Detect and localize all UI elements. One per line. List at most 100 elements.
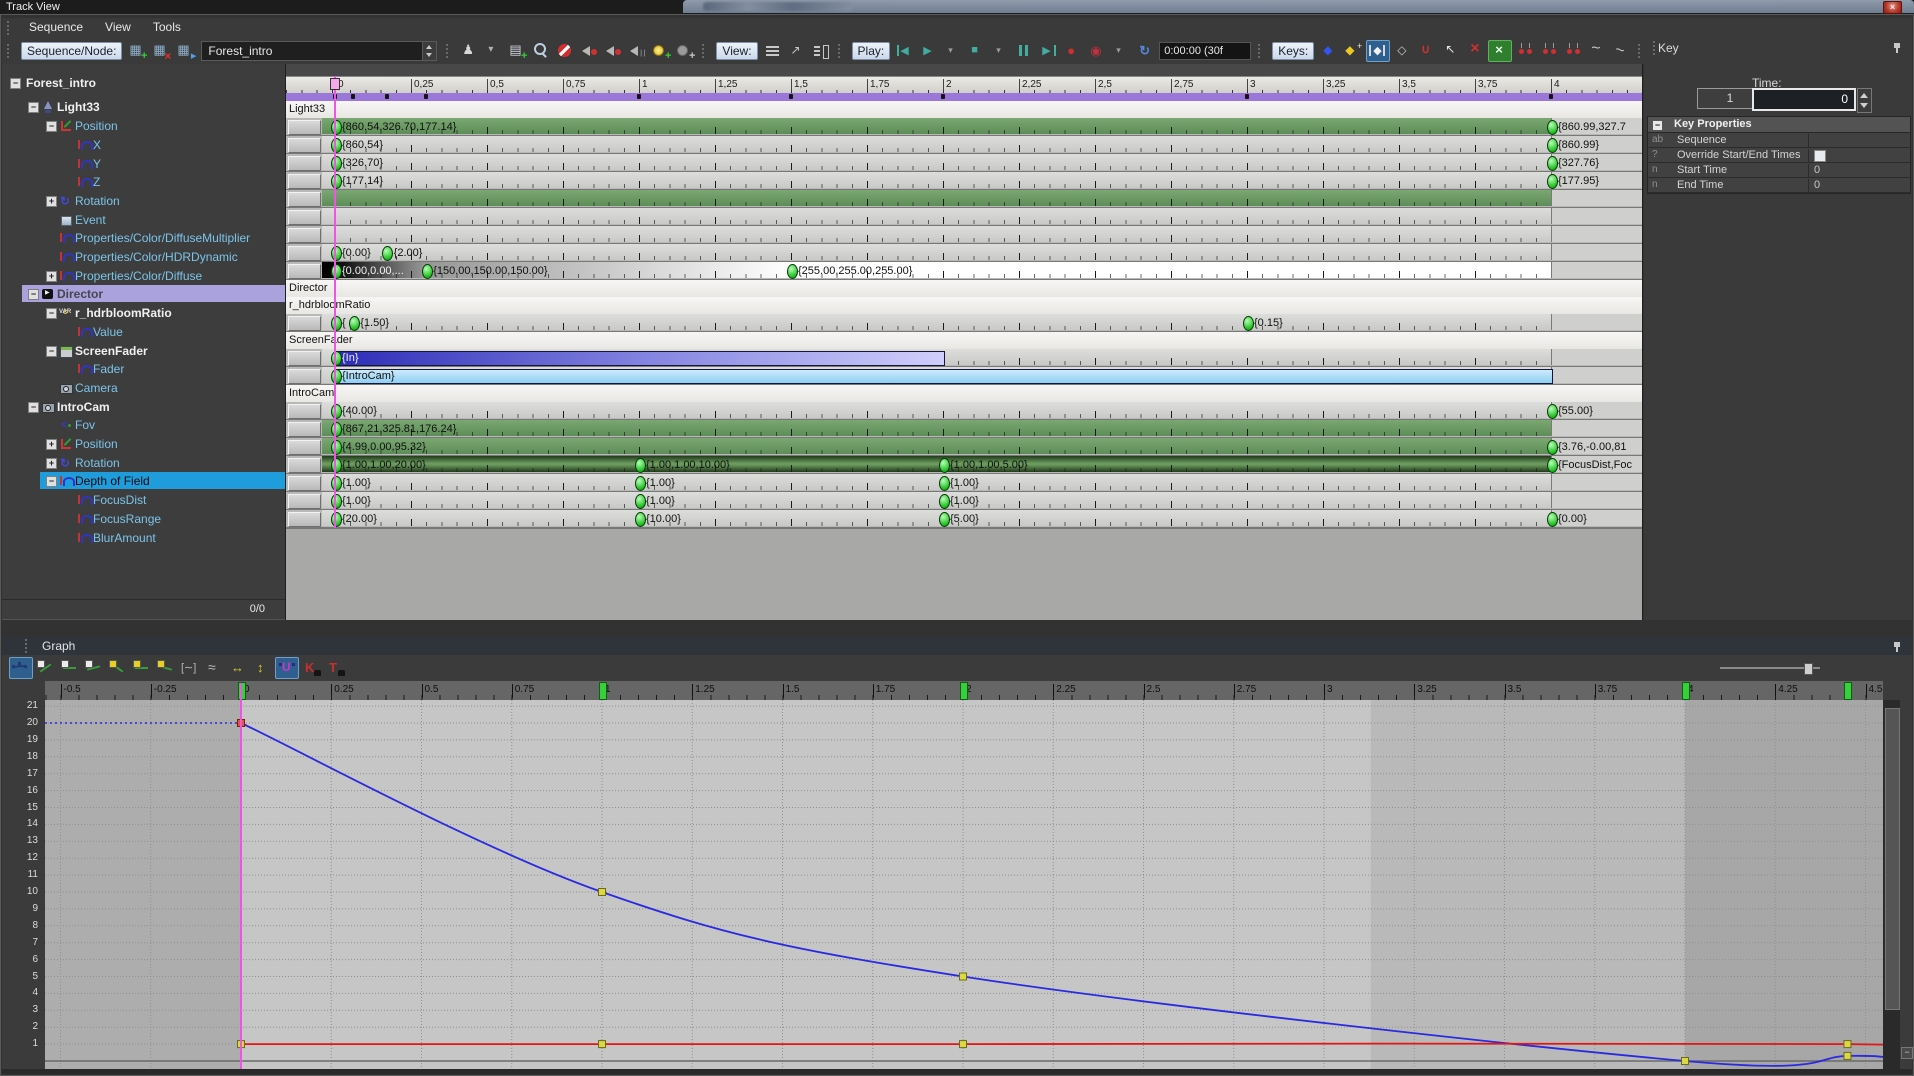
tree-expander-minus-icon[interactable]: − [46, 308, 57, 319]
tree-item-position[interactable]: −Position [2, 117, 285, 135]
tangent-out-button[interactable] [1610, 40, 1632, 60]
timeline-track-introcam-fov[interactable]: {40.00}{55.00} [286, 402, 1642, 420]
track-gutter-button[interactable] [288, 210, 321, 225]
property-checkbox[interactable] [1814, 150, 1826, 162]
track-gutter-button[interactable] [288, 264, 321, 279]
stop-button[interactable] [966, 41, 988, 61]
track-lane[interactable] [322, 136, 1551, 152]
track-gutter-button[interactable] [288, 476, 321, 491]
snap-curve-button[interactable] [203, 658, 225, 678]
graph-time-ruler[interactable]: -0.5-0.2500.250.50.7511.251.51.7522.252.… [45, 681, 1883, 701]
timeline-track-light33-z[interactable]: {177.14}{177.95} [286, 172, 1642, 190]
tree-item-properties-color-diffuse[interactable]: +Properties/Color/Diffuse [2, 267, 285, 285]
summary-key[interactable] [637, 94, 641, 99]
track-key[interactable] [331, 264, 342, 279]
track-key[interactable] [331, 476, 342, 491]
track-lane[interactable] [322, 118, 1551, 134]
track-key[interactable] [1547, 156, 1558, 171]
timeline-node-header-introcam[interactable]: IntroCam [286, 385, 1642, 403]
track-gutter-button[interactable] [288, 494, 321, 509]
track-key[interactable] [1243, 316, 1254, 331]
track-key[interactable] [635, 494, 646, 509]
track-lane[interactable] [322, 208, 1551, 224]
tree-expander-minus-icon[interactable]: − [10, 78, 21, 89]
track-key[interactable] [939, 458, 950, 473]
tree-item-x[interactable]: X [2, 136, 285, 154]
track-gutter-button[interactable] [288, 156, 321, 171]
graph-zoom-slider[interactable] [1720, 667, 1820, 669]
track-camera-bar[interactable] [335, 369, 1553, 384]
timeline-node-header-light33[interactable]: Light33 [286, 101, 1642, 119]
property-value[interactable] [1808, 149, 1908, 162]
mute-node-button[interactable] [578, 41, 600, 61]
track-lane[interactable] [322, 438, 1551, 454]
track-key[interactable] [1547, 458, 1558, 473]
key-time-field[interactable]: 0 [1752, 88, 1856, 111]
loop-button[interactable] [1086, 41, 1108, 61]
timeline-track-introcam-focusrange[interactable]: {1.00}{1.00}{1.00} [286, 492, 1642, 510]
timeline-track-director-camera[interactable]: {IntroCam} [286, 367, 1642, 385]
tree-expander-minus-icon[interactable]: − [46, 346, 57, 357]
track-key[interactable] [331, 174, 342, 189]
tree-item-introcam[interactable]: −IntroCam [2, 398, 285, 416]
view-tracks-button[interactable] [762, 41, 784, 61]
fit-curve-button[interactable] [179, 658, 201, 678]
tree-item-event[interactable]: Event [2, 211, 285, 229]
tin-auto-button[interactable] [35, 658, 57, 678]
summary-key[interactable] [789, 94, 793, 99]
tree-item-value[interactable]: Value [2, 323, 285, 341]
sync-selected-button[interactable] [1488, 40, 1512, 62]
curve-key[interactable] [1844, 1041, 1851, 1048]
track-key[interactable] [331, 138, 342, 153]
graph-key-time-marker[interactable] [1682, 682, 1690, 700]
tree-item-y[interactable]: Y [2, 155, 285, 173]
tree-item-forest-intro[interactable]: −Forest_intro [2, 74, 285, 92]
play-button[interactable] [918, 41, 940, 61]
scale-keys-button[interactable] [1366, 40, 1390, 62]
loop-options-button[interactable] [1110, 41, 1132, 61]
track-key[interactable] [939, 476, 950, 491]
freeze-tangents-button[interactable] [325, 658, 347, 678]
pin-icon[interactable] [1892, 42, 1902, 54]
track-lane[interactable] [322, 492, 1551, 508]
track-lane[interactable] [322, 226, 1551, 242]
timeline-node-header-r-hdrbloomratio[interactable]: r_hdrbloomRatio [286, 297, 1642, 315]
window-titlebar[interactable]: Track View × [0, 0, 1914, 14]
background-window-titlebar[interactable]: × [683, 0, 1914, 13]
tree-item-fov[interactable]: Fov [2, 416, 285, 434]
track-gutter-button[interactable] [288, 192, 321, 207]
timeline-track-light33-x[interactable]: {860.54}{860.99} [286, 136, 1642, 154]
tout-linear-button[interactable] [155, 658, 177, 678]
tree-item-rotation[interactable]: +Rotation [2, 192, 285, 210]
tree-item-rotation[interactable]: +Rotation [2, 454, 285, 472]
curve-key[interactable] [960, 1041, 967, 1048]
timeline-track-introcam-bluramount[interactable]: {20.00}{10.00}{5.00}{0.00} [286, 510, 1642, 528]
curve-key[interactable] [1844, 1052, 1851, 1059]
tree-expander-plus-icon[interactable]: + [46, 458, 57, 469]
summary-key[interactable] [351, 94, 355, 99]
tree-expander-minus-icon[interactable]: − [28, 402, 39, 413]
tree-item-r-hdrbloomratio[interactable]: −r_hdrbloomRatio [2, 304, 285, 322]
graph-key-time-marker[interactable] [960, 682, 968, 700]
refresh-button[interactable] [1134, 41, 1156, 61]
unify-tangents-button[interactable] [275, 657, 299, 679]
timeline-track-introcam-rotation[interactable]: {4.99,0.00,95.32}{3.76,-0.00,81 [286, 438, 1642, 456]
track-lane[interactable] [322, 190, 1551, 206]
tree-expander-plus-icon[interactable]: + [46, 271, 57, 282]
track-gutter-button[interactable] [288, 120, 321, 135]
add-selected-node-button[interactable] [458, 41, 480, 61]
menu-item-view[interactable]: View [94, 18, 142, 37]
track-lane[interactable] [322, 314, 1551, 330]
track-lane[interactable] [322, 244, 1551, 260]
track-key[interactable] [635, 458, 646, 473]
slider-handle[interactable] [1804, 663, 1813, 675]
tree-item-screenfader[interactable]: −ScreenFader [2, 342, 285, 360]
snap-frame-button[interactable] [1440, 40, 1462, 60]
track-lane[interactable] [322, 154, 1551, 170]
timeline-track-light33-rotation[interactable] [286, 190, 1642, 208]
track-lane[interactable] [322, 172, 1551, 188]
track-key[interactable] [331, 404, 342, 419]
view-curves-button[interactable] [786, 41, 808, 61]
summary-key[interactable] [424, 94, 428, 99]
track-key[interactable] [1547, 404, 1558, 419]
